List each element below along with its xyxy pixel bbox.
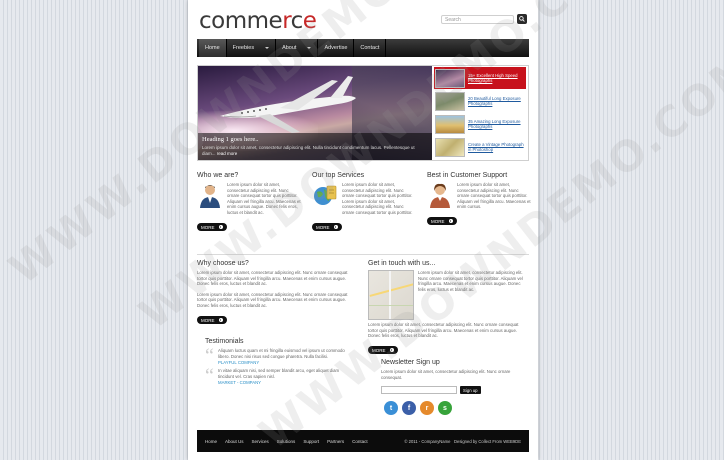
contact-text: Lorem ipsum dolor sit amet, consectetur … bbox=[418, 270, 523, 292]
skype-icon[interactable]: s bbox=[438, 401, 452, 416]
thumb-caption: 20 Beautiful Long Exposure Photographs bbox=[468, 96, 521, 106]
slider-thumb[interactable]: Create a Vintage Photograph in Photoshop bbox=[434, 136, 526, 158]
signup-button[interactable]: Sign up bbox=[460, 386, 481, 395]
footer-link-support[interactable]: Support bbox=[303, 439, 319, 444]
footer-credit[interactable]: Designed by Collect From WEB9DE bbox=[454, 439, 521, 444]
section-title: Best in Customer Support bbox=[427, 172, 508, 179]
featured-slider: Heading 1 goes here.. Lorem ipsum dolor … bbox=[197, 65, 529, 161]
footer-link-about[interactable]: About Us bbox=[225, 439, 244, 444]
more-button[interactable]: MORE bbox=[368, 346, 398, 355]
testimonial-text: In vitae aliquam nisi, sed semper blandi… bbox=[218, 368, 340, 379]
why-choose-us: Why choose us? Lorem ipsum dolor sit ame… bbox=[197, 260, 355, 327]
nav-item-advertise[interactable]: Advertise bbox=[318, 39, 355, 57]
search-input[interactable]: Search bbox=[441, 14, 514, 24]
testimonials-section: Testimonials “ Aliquam luctus quam et mi… bbox=[205, 338, 355, 388]
why-paragraph: Lorem ipsum dolor sit amet, consectetur … bbox=[197, 270, 348, 287]
read-more-link[interactable]: read more bbox=[217, 151, 238, 156]
feature-services: Our top Services Lorem ipsum dolor sit a… bbox=[312, 172, 416, 234]
facebook-icon[interactable]: f bbox=[402, 401, 416, 416]
footer-link-partners[interactable]: Partners bbox=[327, 439, 344, 444]
search-button[interactable] bbox=[517, 14, 527, 24]
nav-item-freebies[interactable]: Freebies bbox=[227, 39, 277, 57]
quote-icon: “ bbox=[205, 345, 214, 367]
main-nav: Home Freebies About Advertise Contact bbox=[197, 39, 529, 57]
section-title: Who we are? bbox=[197, 172, 239, 179]
footer-links: Home About Us Services Solutions Support… bbox=[205, 439, 368, 444]
newsletter-text: Lorem ipsum dolor sit amet, consectetur … bbox=[381, 369, 511, 380]
more-button[interactable]: MORE bbox=[312, 223, 342, 232]
testimonial: “ Aliquam luctus quam et mi fringilla eu… bbox=[205, 345, 355, 367]
arrow-right-icon bbox=[333, 225, 338, 230]
feature-text: Lorem ipsum dolor sit amet, consectetur … bbox=[457, 182, 531, 210]
arrow-right-icon bbox=[448, 219, 453, 224]
slider-thumbnails: 15+ Excellent High Speed Photographs 20 … bbox=[432, 66, 528, 160]
feature-text: Lorem ipsum dolor sit amet, consectetur … bbox=[342, 182, 413, 215]
arrow-right-icon bbox=[389, 348, 394, 353]
contact-text: Lorem ipsum dolor sit amet, consectetur … bbox=[368, 322, 519, 339]
more-button[interactable]: MORE bbox=[197, 223, 227, 232]
section-title: Get in touch with us... bbox=[368, 260, 436, 267]
slider-thumb[interactable]: 35 Amazing Long Exposure Photographs bbox=[434, 113, 526, 135]
chevron-down-icon bbox=[307, 47, 312, 49]
nav-item-about[interactable]: About bbox=[276, 39, 319, 57]
section-title: Our top Services bbox=[312, 172, 365, 179]
section-title: Why choose us? bbox=[197, 260, 249, 267]
feature-text: Lorem ipsum dolor sit amet, consectetur … bbox=[227, 182, 301, 215]
thumb-image bbox=[435, 68, 465, 88]
section-title: Newsletter Sign up bbox=[381, 359, 440, 366]
twitter-icon[interactable]: t bbox=[384, 401, 398, 416]
newsletter-email-input[interactable] bbox=[381, 386, 457, 395]
chevron-down-icon bbox=[265, 47, 270, 49]
footer: Home About Us Services Solutions Support… bbox=[197, 430, 529, 452]
contact-section: Get in touch with us... Lorem ipsum dolo… bbox=[368, 260, 528, 357]
hero-title: Heading 1 goes here.. bbox=[202, 136, 259, 143]
footer-link-home[interactable]: Home bbox=[205, 439, 217, 444]
site-logo[interactable]: commerce bbox=[199, 8, 317, 34]
search-icon bbox=[519, 16, 525, 22]
thumb-image bbox=[435, 91, 465, 111]
hero-image[interactable]: Heading 1 goes here.. Lorem ipsum dolor … bbox=[198, 66, 432, 160]
nav-item-contact[interactable]: Contact bbox=[354, 39, 387, 57]
slider-thumb[interactable]: 20 Beautiful Long Exposure Photographs bbox=[434, 90, 526, 112]
section-divider bbox=[197, 254, 529, 255]
more-button[interactable]: MORE bbox=[427, 217, 457, 226]
thumb-image bbox=[435, 114, 465, 134]
hero-caption: Heading 1 goes here.. Lorem ipsum dolor … bbox=[198, 133, 432, 160]
thumb-image bbox=[435, 137, 465, 157]
footer-link-contact[interactable]: Contact bbox=[352, 439, 368, 444]
nav-item-home[interactable]: Home bbox=[199, 39, 227, 57]
map-image[interactable] bbox=[368, 270, 414, 320]
arrow-right-icon bbox=[218, 318, 223, 323]
testimonial-author[interactable]: PLAYFUL COMPANY bbox=[218, 360, 355, 365]
search-bar: Search bbox=[441, 14, 527, 24]
social-links: t f r s bbox=[384, 401, 531, 416]
more-button[interactable]: MORE bbox=[197, 316, 227, 325]
feature-support: Best in Customer Support Lorem ipsum dol… bbox=[427, 172, 531, 228]
jet-image bbox=[220, 76, 356, 133]
quote-icon: “ bbox=[205, 365, 214, 388]
globe-icon bbox=[314, 185, 337, 205]
footer-link-solutions[interactable]: Solutions bbox=[277, 439, 296, 444]
testimonial-text: Aliquam luctus quam et mi fringilla euis… bbox=[218, 348, 345, 359]
page-container: commerce Search Home Freebies About Adve… bbox=[188, 0, 538, 460]
slider-thumb[interactable]: 15+ Excellent High Speed Photographs bbox=[434, 67, 526, 89]
newsletter-section: Newsletter Sign up Lorem ipsum dolor sit… bbox=[381, 359, 531, 416]
testimonial-author[interactable]: MARKET - COMPANY bbox=[218, 380, 355, 385]
thumb-caption: Create a Vintage Photograph in Photoshop bbox=[468, 142, 524, 152]
support-person-icon bbox=[430, 183, 450, 208]
feature-who-we-are: Who we are? Lorem ipsum dolor sit amet, … bbox=[197, 172, 301, 234]
footer-copyright: © 2011 - CompanyName Designed by Collect… bbox=[404, 438, 521, 444]
rss-icon[interactable]: r bbox=[420, 401, 434, 416]
testimonial: “ In vitae aliquam nisi, sed semper blan… bbox=[205, 365, 355, 388]
footer-link-services[interactable]: Services bbox=[252, 439, 269, 444]
why-paragraph: Lorem ipsum dolor sit amet, consectetur … bbox=[197, 291, 348, 308]
section-title: Testimonials bbox=[205, 338, 244, 345]
thumb-caption: 35 Amazing Long Exposure Photographs bbox=[468, 119, 521, 129]
person-icon bbox=[200, 185, 220, 208]
hero-text: Lorem ipsum dolor sit amet, consectetur … bbox=[202, 145, 415, 156]
arrow-right-icon bbox=[218, 225, 223, 230]
thumb-caption: 15+ Excellent High Speed Photographs bbox=[468, 73, 518, 83]
